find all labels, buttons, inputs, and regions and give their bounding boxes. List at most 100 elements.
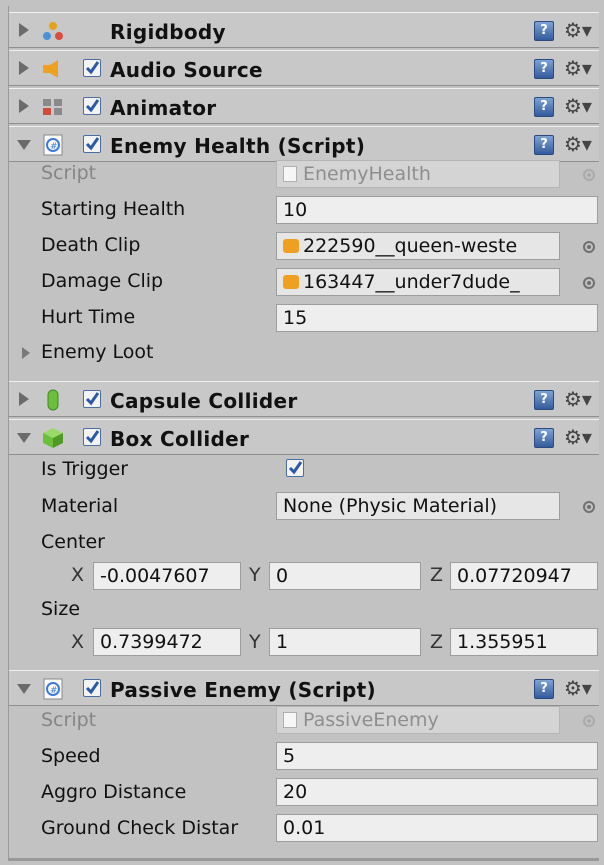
component-header-passive-enemy[interactable]: # Passive Enemy (Script) ? ⚙▾	[9, 670, 599, 706]
speed-label: Speed	[41, 745, 101, 767]
material-label: Material	[41, 495, 119, 517]
script-field: PassiveEnemy	[276, 706, 560, 734]
csharp-script-icon: #	[41, 678, 65, 700]
is-trigger-checkbox[interactable]	[286, 459, 304, 477]
enabled-checkbox[interactable]	[83, 679, 101, 697]
help-book-icon[interactable]: ?	[534, 428, 554, 448]
script-field: EnemyHealth	[276, 160, 560, 188]
starting-health-label: Starting Health	[41, 198, 186, 220]
inspector-panel: Rigidbody ? ⚙▾ Audio Source ? ⚙▾ Animato…	[8, 6, 599, 861]
center-x-axis-label: X	[71, 564, 85, 586]
audio-clip-icon	[283, 239, 299, 253]
enemy-loot-foldout-icon[interactable]	[22, 347, 30, 359]
death-clip-label: Death Clip	[41, 234, 141, 256]
center-z-axis-label: Z	[430, 564, 444, 586]
center-z-input[interactable]: 0.07720947	[450, 562, 598, 590]
component-header-box-collider[interactable]: Box Collider ? ⚙▾	[9, 419, 599, 455]
speaker-icon	[41, 58, 65, 80]
help-book-icon[interactable]: ?	[534, 59, 554, 79]
rigidbody-icon	[41, 20, 65, 42]
object-picker-icon	[583, 715, 595, 727]
help-book-icon[interactable]: ?	[534, 390, 554, 410]
help-book-icon[interactable]: ?	[534, 135, 554, 155]
csharp-script-icon: #	[41, 134, 65, 156]
death-clip-value: 222590__queen-weste	[303, 235, 518, 257]
component-header-capsule-collider[interactable]: Capsule Collider ? ⚙▾	[9, 381, 599, 417]
box-collider-icon	[41, 427, 65, 449]
death-clip-field[interactable]: 222590__queen-weste	[276, 232, 560, 260]
enabled-checkbox[interactable]	[83, 59, 101, 77]
foldout-arrow-icon[interactable]	[19, 99, 29, 113]
svg-text:#: #	[50, 686, 58, 696]
component-title: Animator	[110, 96, 217, 120]
svg-text:#: #	[50, 142, 58, 152]
help-book-icon[interactable]: ?	[534, 21, 554, 41]
component-title: Box Collider	[110, 427, 250, 451]
help-book-icon[interactable]: ?	[534, 97, 554, 117]
center-label: Center	[41, 531, 105, 553]
gear-icon[interactable]: ⚙▾	[564, 388, 594, 410]
component-header-rigidbody[interactable]: Rigidbody ? ⚙▾	[9, 12, 599, 48]
gear-icon[interactable]: ⚙▾	[564, 426, 594, 448]
script-file-icon	[283, 166, 297, 182]
object-picker-icon[interactable]	[583, 241, 595, 253]
gear-icon[interactable]: ⚙▾	[564, 19, 594, 41]
object-picker-icon[interactable]	[583, 277, 595, 289]
gear-icon[interactable]: ⚙▾	[564, 133, 594, 155]
size-x-input[interactable]: 0.7399472	[93, 628, 241, 656]
component-title: Rigidbody	[110, 20, 226, 44]
foldout-arrow-icon[interactable]	[19, 392, 29, 406]
component-header-enemy-health[interactable]: # Enemy Health (Script) ? ⚙▾	[9, 126, 599, 162]
foldout-arrow-icon[interactable]	[17, 433, 31, 443]
damage-clip-value: 163447__under7dude_	[303, 271, 520, 293]
gear-icon[interactable]: ⚙▾	[564, 57, 594, 79]
script-field-value: EnemyHealth	[303, 163, 431, 185]
component-header-animator[interactable]: Animator ? ⚙▾	[9, 88, 599, 124]
ground-check-distance-input[interactable]: 0.01	[276, 814, 598, 842]
component-title: Enemy Health (Script)	[110, 134, 366, 158]
enabled-checkbox[interactable]	[83, 97, 101, 115]
component-title: Capsule Collider	[110, 389, 298, 413]
is-trigger-label: Is Trigger	[41, 458, 129, 480]
size-z-input[interactable]: 1.355951	[450, 628, 598, 656]
hurt-time-input[interactable]: 15	[276, 304, 598, 332]
script-field-value: PassiveEnemy	[303, 709, 439, 731]
gear-icon[interactable]: ⚙▾	[564, 95, 594, 117]
size-label: Size	[41, 598, 81, 620]
damage-clip-field[interactable]: 163447__under7dude_	[276, 268, 560, 296]
gear-icon[interactable]: ⚙▾	[564, 677, 594, 699]
damage-clip-label: Damage Clip	[41, 270, 164, 292]
audio-clip-icon	[283, 275, 299, 289]
object-picker-icon[interactable]	[583, 501, 595, 513]
material-field[interactable]: None (Physic Material)	[276, 492, 560, 520]
center-x-input[interactable]: -0.0047607	[93, 562, 241, 590]
hurt-time-label: Hurt Time	[41, 306, 136, 328]
size-x-axis-label: X	[71, 631, 85, 653]
capsule-collider-icon	[41, 389, 65, 411]
animator-icon	[41, 96, 65, 118]
help-book-icon[interactable]: ?	[534, 679, 554, 699]
component-header-audio-source[interactable]: Audio Source ? ⚙▾	[9, 50, 599, 86]
aggro-distance-input[interactable]: 20	[276, 778, 598, 806]
center-y-input[interactable]: 0	[269, 562, 421, 590]
object-picker-icon	[583, 169, 595, 181]
ground-check-distance-label: Ground Check Distar	[41, 817, 239, 839]
enabled-checkbox[interactable]	[83, 135, 101, 153]
size-z-axis-label: Z	[430, 631, 444, 653]
foldout-arrow-icon[interactable]	[19, 61, 29, 75]
foldout-arrow-icon[interactable]	[19, 23, 29, 37]
script-file-icon	[283, 712, 297, 728]
center-y-axis-label: Y	[249, 564, 261, 586]
foldout-arrow-icon[interactable]	[17, 684, 31, 694]
foldout-arrow-icon[interactable]	[17, 140, 31, 150]
script-label: Script	[41, 162, 97, 184]
enabled-checkbox[interactable]	[83, 390, 101, 408]
script-label: Script	[41, 709, 97, 731]
size-y-input[interactable]: 1	[269, 628, 421, 656]
speed-input[interactable]: 5	[276, 742, 598, 770]
component-title: Passive Enemy (Script)	[110, 678, 376, 702]
enemy-loot-label[interactable]: Enemy Loot	[41, 341, 153, 363]
enabled-checkbox[interactable]	[83, 428, 101, 446]
starting-health-input[interactable]: 10	[276, 196, 598, 224]
component-title: Audio Source	[110, 58, 263, 82]
